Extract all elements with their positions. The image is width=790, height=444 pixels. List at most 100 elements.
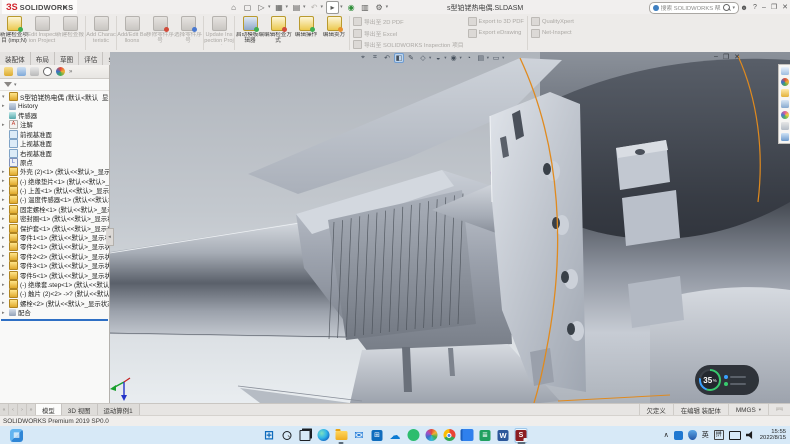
menu-expand-arrow[interactable]: ▸ xyxy=(64,3,68,11)
undo-caret[interactable]: ▾ xyxy=(321,4,324,10)
export-inspection-project-button[interactable]: 导出至 SOLIDWORKS Inspection 项目 xyxy=(353,40,464,49)
green-square-app-icon[interactable]: ≣ xyxy=(479,429,492,442)
qualityxpert-button[interactable]: QualityXpert xyxy=(531,17,574,26)
tree-item-component[interactable]: ▸零件3<1> (默认<<默认>_显示状态 xyxy=(0,261,109,270)
minimize-button[interactable]: – xyxy=(762,4,766,11)
start-button[interactable]: ⊞ xyxy=(263,429,276,442)
view-orientation-icon[interactable]: ◇ xyxy=(418,53,428,63)
w-app-icon[interactable]: W xyxy=(497,429,510,442)
ribbon-edit-vendors-button[interactable]: 编辑卖方 xyxy=(320,14,348,50)
select-cursor-icon[interactable]: ▸ xyxy=(326,1,339,14)
save-caret[interactable]: ▾ xyxy=(286,4,289,10)
hide-show-items-icon[interactable]: ◉ xyxy=(449,53,459,63)
annotation-views-icon[interactable]: ✎ xyxy=(406,53,416,63)
ime-pinyin-indicator[interactable]: 拼 xyxy=(714,430,724,440)
new-document-icon[interactable]: ▢ xyxy=(242,2,253,13)
export-edrawing-button[interactable]: Export eDrawing xyxy=(468,29,524,38)
print-caret[interactable]: ▾ xyxy=(303,4,306,10)
close-button[interactable]: ✕ xyxy=(782,3,788,11)
tree-root[interactable]: ▾S型铂铑热电偶 (默认<默认_显示状态-1 xyxy=(0,92,109,101)
edit-appearance-icon[interactable]: ◔ xyxy=(464,53,474,63)
chrome-icon[interactable] xyxy=(443,429,456,442)
tree-item-component[interactable]: ▸(-) 温度传感器<1> (默认<<默认>_ xyxy=(0,195,109,204)
search-caret[interactable]: ▾ xyxy=(732,5,735,11)
doc-close-button[interactable]: ✕ xyxy=(734,53,740,61)
task-view-icon[interactable] xyxy=(299,429,312,442)
doc-restore-button[interactable]: ❐ xyxy=(723,53,729,61)
section-view-icon[interactable]: ◧ xyxy=(394,53,404,63)
view-orientation-caret[interactable]: ▾ xyxy=(429,55,431,61)
edge-icon[interactable] xyxy=(317,429,330,442)
previous-view-icon[interactable]: ↶ xyxy=(382,53,392,63)
toolbox-icon[interactable] xyxy=(781,89,789,97)
display-style-caret[interactable]: ▾ xyxy=(444,55,446,61)
solidworks-resources-icon[interactable] xyxy=(781,67,789,75)
green-circle-app-icon[interactable] xyxy=(407,429,420,442)
tree-item-right-plane[interactable]: ▸右视基准面 xyxy=(0,148,109,157)
tree-item-component[interactable]: ▸零件5<1> (默认<<默认>_显示状态 xyxy=(0,270,109,279)
display-style-icon[interactable]: ◒ xyxy=(433,53,443,63)
tray-shield-icon[interactable] xyxy=(688,430,697,440)
view-settings-caret[interactable]: ▾ xyxy=(502,55,504,61)
export-2d-pdf-button[interactable]: 导出至 2D PDF xyxy=(353,17,464,26)
blue-book-app-icon[interactable] xyxy=(461,429,474,442)
tree-item-component[interactable]: ▸螺栓<2> (默认<<默认>_显示状态 xyxy=(0,299,109,308)
tree-item-component[interactable]: ▸固定螺栓<1> (默认<<默认>_显示状 xyxy=(0,205,109,214)
ribbon-edit-inspection-methods-button[interactable]: 编辑检查方式 xyxy=(264,14,292,50)
tree-item-component[interactable]: ▸(-) 上盖<1> (默认<<默认>_显示状 xyxy=(0,186,109,195)
tree-item-component[interactable]: ▸保护套<1> (默认<<默认>_显示状 xyxy=(0,223,109,232)
tree-item-origin[interactable]: ▸L原点 xyxy=(0,158,109,167)
panel-splitter-handle[interactable]: ◂ xyxy=(106,228,114,246)
options-gear-icon[interactable]: ⚙ xyxy=(374,2,385,13)
search-box[interactable]: 搜索 SOLIDWORKS 帮助 ▾ xyxy=(649,2,739,14)
tree-filter-row[interactable]: ▾ xyxy=(0,79,109,91)
tab-layout[interactable]: 布局 xyxy=(31,52,55,65)
graphics-viewport[interactable]: ⌖ ⌗ ↶ ◧ ✎ ◇▾ ◒▾ ◉▾ ◔ ▤▾ ▭▾ – ❐ ✕ 35% xyxy=(110,52,790,403)
open-icon[interactable]: ▷ xyxy=(256,2,267,13)
file-explorer-icon[interactable] xyxy=(335,429,348,442)
dimxpert-manager-tab-icon[interactable] xyxy=(43,67,52,76)
taskbar-clock[interactable]: 15:55 2022/8/15 xyxy=(760,429,786,442)
custom-properties-icon[interactable] xyxy=(781,122,789,130)
tree-item-mates[interactable]: ▸配合 xyxy=(0,308,109,317)
tree-item-component[interactable]: ▸(-) 绝缘套.step<1> (默认<<默认> xyxy=(0,280,109,289)
search-icon[interactable] xyxy=(723,4,730,11)
tree-item-component[interactable]: ▸外壳 (2)<1> (默认<<默认>_显示状 xyxy=(0,167,109,176)
property-manager-tab-icon[interactable] xyxy=(17,67,26,76)
login-user-icon[interactable]: ☻ xyxy=(740,3,748,12)
taskbar-search-icon[interactable] xyxy=(281,429,294,442)
open-caret[interactable]: ▾ xyxy=(268,4,271,10)
tree-item-history[interactable]: ▸History xyxy=(0,101,109,110)
zoom-fit-icon[interactable]: ⌖ xyxy=(358,53,368,63)
tray-blue-app-icon[interactable] xyxy=(674,431,683,440)
design-library-icon[interactable] xyxy=(781,78,789,86)
network-icon[interactable] xyxy=(729,431,741,440)
forum-icon[interactable] xyxy=(781,133,789,141)
ribbon-new-inspection-report-button[interactable]: 新建检查报 xyxy=(56,14,84,50)
tab-evaluate[interactable]: 评估 xyxy=(79,52,103,65)
undo-icon[interactable]: ↶ xyxy=(309,2,320,13)
mail-icon[interactable]: ✉ xyxy=(353,429,366,442)
configuration-manager-tab-icon[interactable] xyxy=(30,67,39,76)
tree-item-component[interactable]: ▸(-) 触片 (2)<2> ->? (默认<<默认> xyxy=(0,289,109,298)
tab-assembly[interactable]: 装配体 xyxy=(0,52,31,65)
tree-item-component[interactable]: ▸零件1<1> (默认<<默认>_显示状态 xyxy=(0,233,109,242)
display-manager-tab-icon[interactable] xyxy=(56,67,65,76)
ribbon-new-inspection-project-button[interactable]: 新建检查项目 (imp;N) xyxy=(0,14,28,50)
tree-item-top-plane[interactable]: ▸上视基准面 xyxy=(0,139,109,148)
net-inspect-button[interactable]: Net-Inspect xyxy=(531,29,574,38)
help-button[interactable]: ? xyxy=(753,4,757,11)
ribbon-edit-operations-button[interactable]: 编辑操作 xyxy=(292,14,320,50)
tree-item-annotations[interactable]: ▸A注解 xyxy=(0,120,109,129)
ribbon-add-characteristic-button[interactable]: Add Characteristic xyxy=(87,14,115,50)
apply-scene-icon[interactable]: ▤ xyxy=(476,53,486,63)
volume-icon[interactable] xyxy=(746,431,755,439)
ribbon-edit-inspection-project-button[interactable]: Edit Inspection Project xyxy=(28,14,56,50)
restore-button[interactable]: ❐ xyxy=(771,3,777,11)
home-icon[interactable]: ⌂ xyxy=(228,2,239,13)
tree-item-front-plane[interactable]: ▸前视基准面 xyxy=(0,130,109,139)
appearances-scenes-icon[interactable] xyxy=(781,111,789,119)
export-excel-button[interactable]: 导出至 Excel xyxy=(353,29,464,38)
file-properties-icon[interactable]: ▥ xyxy=(360,2,371,13)
apply-scene-caret[interactable]: ▾ xyxy=(487,55,489,61)
